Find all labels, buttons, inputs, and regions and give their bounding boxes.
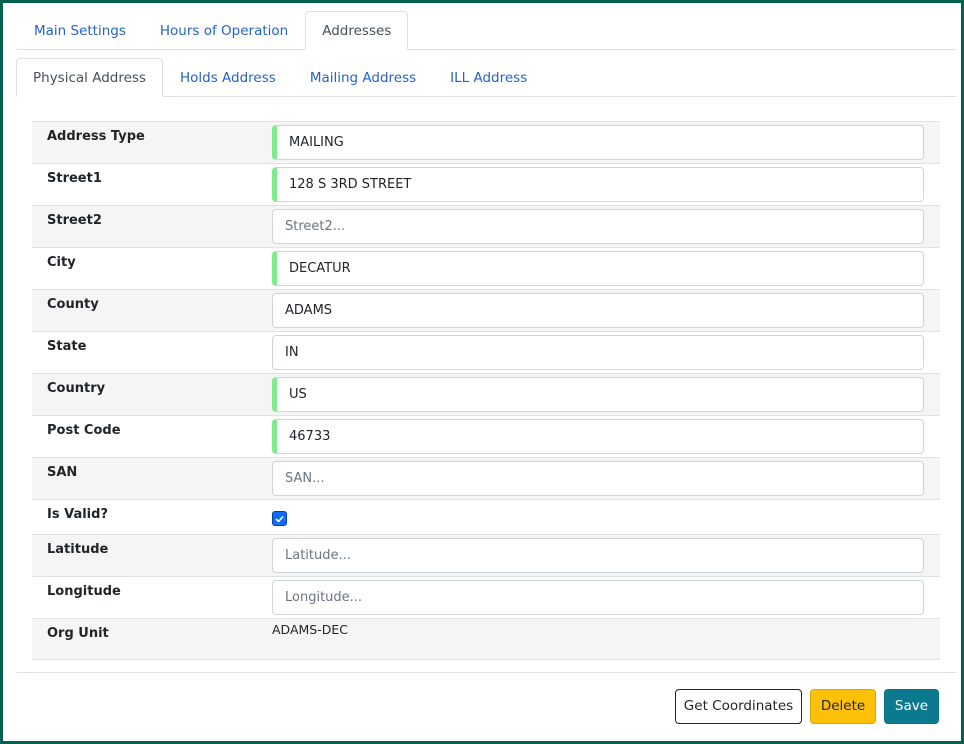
san-label: SAN: [47, 465, 78, 480]
row-county: County ADAMS: [32, 290, 940, 332]
row-post-code: Post Code 46733: [32, 416, 940, 458]
city-field[interactable]: DECATUR: [272, 251, 924, 286]
row-address-type: Address Type MAILING: [32, 122, 940, 164]
tab-mailing-address[interactable]: Mailing Address: [293, 58, 433, 97]
row-city: City DECATUR: [32, 248, 940, 290]
post-code-field[interactable]: 46733: [272, 419, 924, 454]
san-field[interactable]: SAN...: [272, 461, 924, 496]
row-latitude: Latitude Latitude...: [32, 535, 940, 577]
row-is-valid: Is Valid?: [32, 500, 940, 535]
address-tabs: Physical Address Holds Address Mailing A…: [16, 58, 957, 97]
street1-field[interactable]: 128 S 3RD STREET: [272, 167, 924, 202]
row-state: State IN: [32, 332, 940, 374]
post-code-label: Post Code: [47, 423, 121, 438]
city-label: City: [47, 255, 76, 270]
address-type-label: Address Type: [47, 129, 145, 144]
tab-addresses[interactable]: Addresses: [305, 11, 409, 50]
tab-ill-address[interactable]: ILL Address: [433, 58, 544, 97]
tab-physical-address[interactable]: Physical Address: [16, 58, 163, 97]
state-label: State: [47, 339, 87, 354]
row-org-unit: Org Unit ADAMS-DEC: [32, 619, 940, 660]
is-valid-label: Is Valid?: [47, 507, 108, 522]
latitude-label: Latitude: [47, 542, 109, 557]
tab-holds-address[interactable]: Holds Address: [163, 58, 293, 97]
row-longitude: Longitude Longitude...: [32, 577, 940, 619]
row-street2: Street2 Street2...: [32, 206, 940, 248]
footer-divider: [17, 672, 957, 673]
country-label: Country: [47, 381, 106, 396]
county-field[interactable]: ADAMS: [272, 293, 924, 328]
street2-label: Street2: [47, 213, 102, 228]
county-label: County: [47, 297, 99, 312]
street1-label: Street1: [47, 171, 102, 186]
is-valid-checkbox[interactable]: [272, 511, 287, 526]
org-unit-value: ADAMS-DEC: [272, 622, 348, 637]
country-field[interactable]: US: [272, 377, 924, 412]
delete-button[interactable]: Delete: [810, 689, 876, 724]
state-field[interactable]: IN: [272, 335, 924, 370]
org-unit-label: Org Unit: [47, 626, 109, 641]
longitude-field[interactable]: Longitude...: [272, 580, 924, 615]
row-street1: Street1 128 S 3RD STREET: [32, 164, 940, 206]
latitude-field[interactable]: Latitude...: [272, 538, 924, 573]
longitude-label: Longitude: [47, 584, 121, 599]
tab-main-settings[interactable]: Main Settings: [17, 11, 143, 50]
address-form: Address Type MAILING Street1 128 S 3RD S…: [32, 121, 940, 660]
main-tabs: Main Settings Hours of Operation Address…: [17, 11, 957, 50]
address-type-field[interactable]: MAILING: [272, 125, 924, 160]
checkmark-icon: [275, 515, 284, 523]
tab-hours-of-operation[interactable]: Hours of Operation: [143, 11, 305, 50]
row-country: Country US: [32, 374, 940, 416]
get-coordinates-button[interactable]: Get Coordinates: [675, 689, 802, 724]
save-button[interactable]: Save: [884, 689, 939, 724]
row-san: SAN SAN...: [32, 458, 940, 500]
street2-field[interactable]: Street2...: [272, 209, 924, 244]
